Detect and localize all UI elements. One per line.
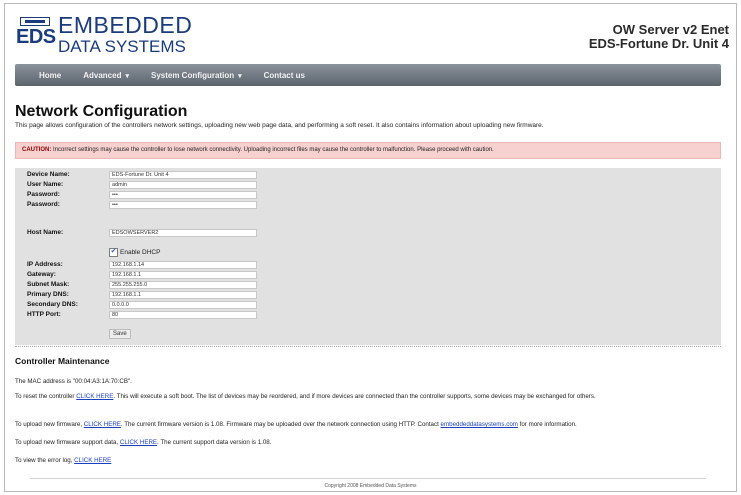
nav-home[interactable]: Home	[39, 71, 61, 80]
network-settings-form: Device Name: EDS-Fortune Dr. Unit 4 User…	[15, 168, 721, 345]
gateway-field[interactable]: 192.168.1.1	[109, 271, 257, 279]
logo-mark-text: EDS	[16, 26, 56, 48]
firmware-upload-link[interactable]: CLICK HERE	[84, 421, 121, 428]
device-model: OW Server v2 Enet	[612, 22, 729, 37]
page-description: This page allows configuration of the co…	[15, 122, 544, 129]
password-field[interactable]: •••	[109, 191, 257, 199]
nav-system-configuration[interactable]: System Configuration ▾	[151, 71, 242, 80]
host-name-field[interactable]: EDSOWSERVER2	[109, 229, 257, 237]
user-name-field[interactable]: admin	[109, 181, 257, 189]
contact-link[interactable]: embeddeddatasystems.com	[441, 421, 518, 428]
main-nav: Home Advanced ▾ System Configuration ▾ Con…	[15, 64, 721, 86]
primary-dns-field[interactable]: 192.168.1.1	[109, 291, 257, 299]
error-log-text: To view the error log, CLICK HERE	[15, 457, 112, 464]
nav-contact-us[interactable]: Contact us	[264, 71, 305, 80]
page-title: Network Configuration	[15, 103, 188, 120]
logo-bars-graphic	[20, 17, 50, 26]
logo-line2: DATA SYSTEMS	[58, 37, 186, 56]
logo-line1: EMBEDDED	[58, 12, 193, 38]
eds-logo: EDS EMBEDDED DATA SYSTEMS	[16, 12, 193, 56]
dhcp-label: Enable DHCP	[120, 249, 161, 256]
chevron-down-icon: ▾	[125, 72, 129, 80]
reset-text: To reset the controller CLICK HERE. This…	[15, 393, 596, 400]
host-name-label: Host Name:	[27, 229, 64, 236]
password-label: Password:	[27, 191, 60, 198]
ip-address-label: IP Address:	[27, 261, 63, 268]
footer-divider	[30, 478, 706, 479]
password-confirm-label: Password:	[27, 201, 60, 208]
ip-address-field[interactable]: 192.168.1.14	[109, 261, 257, 269]
dhcp-checkbox[interactable]: ✔	[109, 248, 118, 257]
dhcp-toggle[interactable]: ✔ Enable DHCP	[109, 248, 160, 257]
caution-banner: CAUTION: Incorrect settings may cause th…	[15, 142, 721, 159]
device-title: OW Server v2 Enet EDS-Fortune Dr. Unit 4	[589, 23, 729, 51]
subnet-mask-label: Subnet Mask:	[27, 281, 70, 288]
caution-text: Incorrect settings may cause the control…	[51, 147, 494, 153]
caution-label: CAUTION:	[22, 147, 52, 153]
support-data-text: To upload new firmware support data, CLI…	[15, 439, 272, 446]
chevron-down-icon: ▾	[238, 72, 242, 80]
password-confirm-field[interactable]: •••	[109, 201, 257, 209]
logo-text: EMBEDDED DATA SYSTEMS	[58, 12, 193, 56]
support-data-link[interactable]: CLICK HERE	[120, 439, 157, 446]
mac-address-text: The MAC address is "00:04:A3:1A:70:CB".	[15, 378, 132, 385]
reset-link[interactable]: CLICK HERE	[76, 393, 113, 400]
nav-advanced[interactable]: Advanced ▾	[83, 71, 129, 80]
maintenance-title: Controller Maintenance	[15, 356, 110, 366]
device-name: EDS-Fortune Dr. Unit 4	[588, 36, 729, 51]
section-divider	[15, 346, 721, 347]
http-port-label: HTTP Port:	[27, 311, 61, 318]
primary-dns-label: Primary DNS:	[27, 291, 69, 298]
http-port-field[interactable]: 80	[109, 311, 257, 319]
subnet-mask-field[interactable]: 255.255.255.0	[109, 281, 257, 289]
device-name-field[interactable]: EDS-Fortune Dr. Unit 4	[109, 171, 257, 179]
logo-mark: EDS	[16, 14, 56, 50]
footer-copyright: Copyright 2008 Embedded Data Systems	[324, 483, 417, 489]
device-name-label: Device Name:	[27, 171, 70, 178]
secondary-dns-label: Secondary DNS:	[27, 301, 78, 308]
gateway-label: Gateway:	[27, 271, 56, 278]
secondary-dns-field[interactable]: 0.0.0.0	[109, 301, 257, 309]
save-button[interactable]: Save	[109, 329, 131, 339]
firmware-text: To upload new firmware, CLICK HERE. The …	[15, 421, 577, 428]
user-name-label: User Name:	[27, 181, 64, 188]
error-log-link[interactable]: CLICK HERE	[74, 457, 111, 464]
